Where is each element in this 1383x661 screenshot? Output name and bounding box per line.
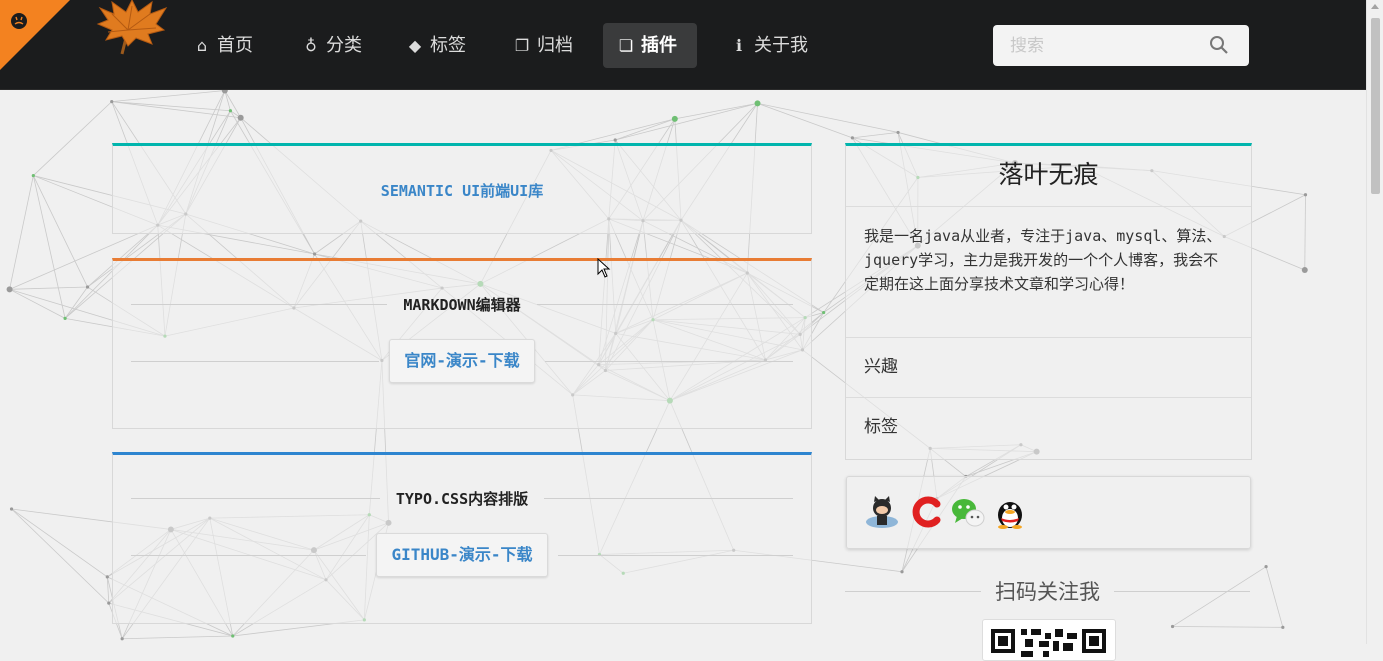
qr-title: 扫码关注我: [981, 576, 1114, 606]
network-node: [238, 115, 244, 121]
plugin-card-semantic-ui: SEMANTIC UI前端UI库: [112, 143, 812, 234]
network-node: [614, 138, 617, 141]
qr-code-image: [982, 619, 1116, 661]
network-line: [10, 287, 88, 289]
network-node: [755, 100, 761, 106]
network-node: [7, 286, 13, 292]
search-box: [993, 25, 1249, 66]
plugin-title-typo-css: TYPO.CSS内容排版: [380, 488, 544, 509]
nav-plugins-label: 插件: [641, 35, 677, 56]
network-line: [33, 176, 65, 319]
network-line: [112, 91, 225, 102]
network-line: [615, 119, 675, 140]
network-line: [225, 91, 241, 118]
network-node: [672, 116, 678, 122]
network-node: [110, 100, 113, 103]
nav-plugins[interactable]: ❏ 插件: [603, 23, 697, 68]
maple-leaf-logo[interactable]: [92, 0, 170, 56]
nav-about-label: 关于我: [754, 35, 808, 56]
scroll-thumb[interactable]: [1371, 18, 1380, 194]
csdn-icon[interactable]: [910, 495, 944, 529]
network-line: [1173, 626, 1283, 627]
network-node: [63, 317, 66, 320]
network-node: [1171, 625, 1174, 628]
qr-divider: 扫码关注我: [845, 578, 1250, 604]
nav-category-label: 分类: [326, 35, 362, 56]
plugin-title-divider: MARKDOWN编辑器: [131, 294, 793, 314]
nav-home-label: 首页: [217, 35, 253, 56]
network-node: [1302, 267, 1308, 273]
plugin-card-typo-css: TYPO.CSS内容排版 GITHUB-演示-下载: [112, 452, 812, 624]
plugin-links-divider: GITHUB-演示-下载: [131, 533, 793, 577]
plugin-links-divider: 官网-演示-下载: [131, 339, 793, 383]
network-node: [10, 507, 13, 510]
author-sidebar: 落叶无痕 我是一名java从业者，专注于java、mysql、算法、jquery…: [845, 143, 1252, 460]
github-corner-icon[interactable]: [0, 0, 70, 70]
network-node: [900, 570, 903, 573]
network-node: [851, 136, 854, 139]
plugin-links-button-markdown[interactable]: 官网-演示-下载: [389, 339, 534, 383]
top-navigation-bar: ⌂ 首页 ♁ 分类 ◆ 标签 ❐ 归档 ❏ 插件 ℹ 关于我: [0, 0, 1366, 90]
author-description: 我是一名java从业者，专注于java、mysql、算法、jquery学习，主力…: [846, 207, 1251, 338]
author-name: 落叶无痕: [846, 146, 1251, 207]
network-line: [1266, 567, 1283, 628]
network-node: [121, 637, 124, 640]
clone-icon: ❐: [513, 23, 531, 68]
network-line: [615, 103, 757, 140]
network-line: [33, 102, 111, 176]
network-node: [107, 602, 110, 605]
network-node: [313, 252, 316, 255]
search-input[interactable]: [993, 25, 1220, 66]
nav-archive[interactable]: ❐ 归档: [499, 23, 587, 68]
network-node: [1281, 626, 1284, 629]
search-icon[interactable]: [1209, 35, 1229, 55]
nav-archive-label: 归档: [537, 35, 573, 56]
qq-icon[interactable]: [993, 495, 1027, 529]
network-node: [86, 285, 89, 288]
network-line: [65, 287, 87, 318]
plugin-title-divider: TYPO.CSS内容排版: [131, 488, 793, 508]
page-scrollbar[interactable]: [1366, 0, 1383, 644]
nav-home[interactable]: ⌂ 首页: [179, 23, 267, 68]
wechat-icon[interactable]: [951, 495, 985, 529]
network-line: [852, 132, 898, 137]
network-node: [822, 311, 825, 314]
network-line: [1305, 195, 1306, 270]
network-line: [33, 176, 87, 287]
network-node: [106, 575, 109, 578]
mouse-cursor-icon: [597, 258, 611, 278]
nav-category[interactable]: ♁ 分类: [288, 23, 376, 68]
home-icon: ⌂: [193, 23, 211, 68]
nav-tags-label: 标签: [430, 35, 466, 56]
nav-about[interactable]: ℹ 关于我: [716, 23, 822, 68]
network-line: [122, 636, 233, 639]
plugin-links-button-typo-css[interactable]: GITHUB-演示-下载: [376, 533, 547, 577]
plugin-link-semantic-ui[interactable]: SEMANTIC UI前端UI库: [113, 180, 811, 201]
tags-icon: ◆: [406, 23, 424, 68]
network-line: [758, 103, 853, 137]
copy-icon: ❏: [617, 23, 635, 68]
plugin-title-markdown: MARKDOWN编辑器: [387, 294, 536, 315]
network-line: [225, 91, 231, 111]
sidebar-row-tags[interactable]: 标签: [846, 398, 1251, 457]
github-icon[interactable]: [865, 495, 899, 529]
lightbulb-icon: ♁: [302, 23, 320, 68]
network-node: [229, 109, 232, 112]
network-node: [896, 131, 899, 134]
network-node: [1304, 193, 1307, 196]
network-node: [231, 634, 234, 637]
network-line: [12, 509, 109, 603]
sidebar-row-interests[interactable]: 兴趣: [846, 338, 1251, 398]
network-line: [10, 176, 34, 290]
network-node: [32, 174, 35, 177]
plugin-card-markdown: MARKDOWN编辑器 官网-演示-下载: [112, 258, 812, 429]
nav-tags[interactable]: ◆ 标签: [392, 23, 480, 68]
info-icon: ℹ: [730, 23, 748, 68]
network-line: [758, 103, 899, 132]
social-links: [846, 476, 1251, 549]
network-node: [1264, 565, 1267, 568]
scroll-up-arrow-icon[interactable]: [1371, 4, 1379, 9]
